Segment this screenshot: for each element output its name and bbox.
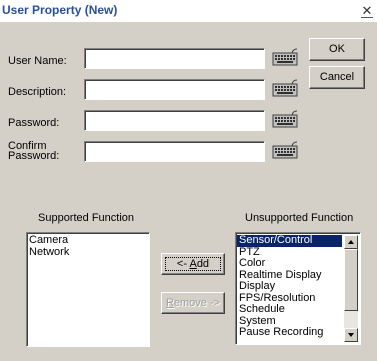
list-item[interactable]: Network	[27, 246, 149, 259]
unsupported-function-header: Unsupported Function	[245, 212, 354, 224]
list-item[interactable]: Pause Recording	[237, 326, 342, 339]
user-name-field[interactable]	[84, 48, 265, 69]
keyboard-icon[interactable]	[272, 79, 298, 97]
keyboard-icon[interactable]	[272, 141, 298, 159]
password-field[interactable]	[84, 110, 265, 131]
supported-function-header: Supported Function	[38, 212, 135, 224]
list-item[interactable]: Sensor/Control	[237, 234, 342, 247]
keyboard-icon[interactable]	[272, 110, 298, 128]
remove-button[interactable]: Remove ->	[161, 292, 225, 314]
keyboard-icon[interactable]	[272, 48, 298, 66]
description-label: Description:	[8, 86, 67, 98]
list-item[interactable]: Schedule	[237, 303, 342, 316]
unsupported-function-list[interactable]: Sensor/Control PTZ Color Realtime Displa…	[235, 232, 361, 345]
chevron-down-icon	[348, 333, 354, 337]
cancel-button[interactable]: Cancel	[309, 66, 365, 89]
close-icon[interactable]: ✕	[360, 4, 374, 18]
scroll-down-button[interactable]	[344, 328, 358, 342]
scroll-up-button[interactable]	[344, 235, 358, 249]
user-name-label: User Name:	[8, 55, 67, 67]
dialog-body: User Name: Description: Password: Confir…	[0, 22, 377, 361]
ok-button[interactable]: OK	[309, 38, 365, 61]
confirm-password-field[interactable]	[84, 141, 265, 162]
chevron-up-icon	[348, 240, 354, 244]
confirm-password-label-line2: Password:	[8, 150, 60, 162]
add-button[interactable]: <- Add	[161, 253, 225, 275]
dialog-title: User Property (New)	[2, 3, 118, 17]
description-field[interactable]	[84, 79, 265, 100]
title-bar: User Property (New) ✕	[0, 0, 377, 22]
user-property-dialog: User Property (New) ✕ User Name: Descrip…	[0, 0, 377, 361]
scroll-thumb[interactable]	[344, 249, 358, 311]
list-item[interactable]: Display	[237, 280, 342, 293]
supported-function-list[interactable]: Camera Network	[26, 232, 150, 347]
list-item[interactable]: Camera	[27, 234, 149, 247]
password-label: Password:	[8, 117, 60, 129]
list-item[interactable]: Color	[237, 257, 342, 270]
unsupported-list-scrollbar[interactable]	[344, 235, 358, 342]
